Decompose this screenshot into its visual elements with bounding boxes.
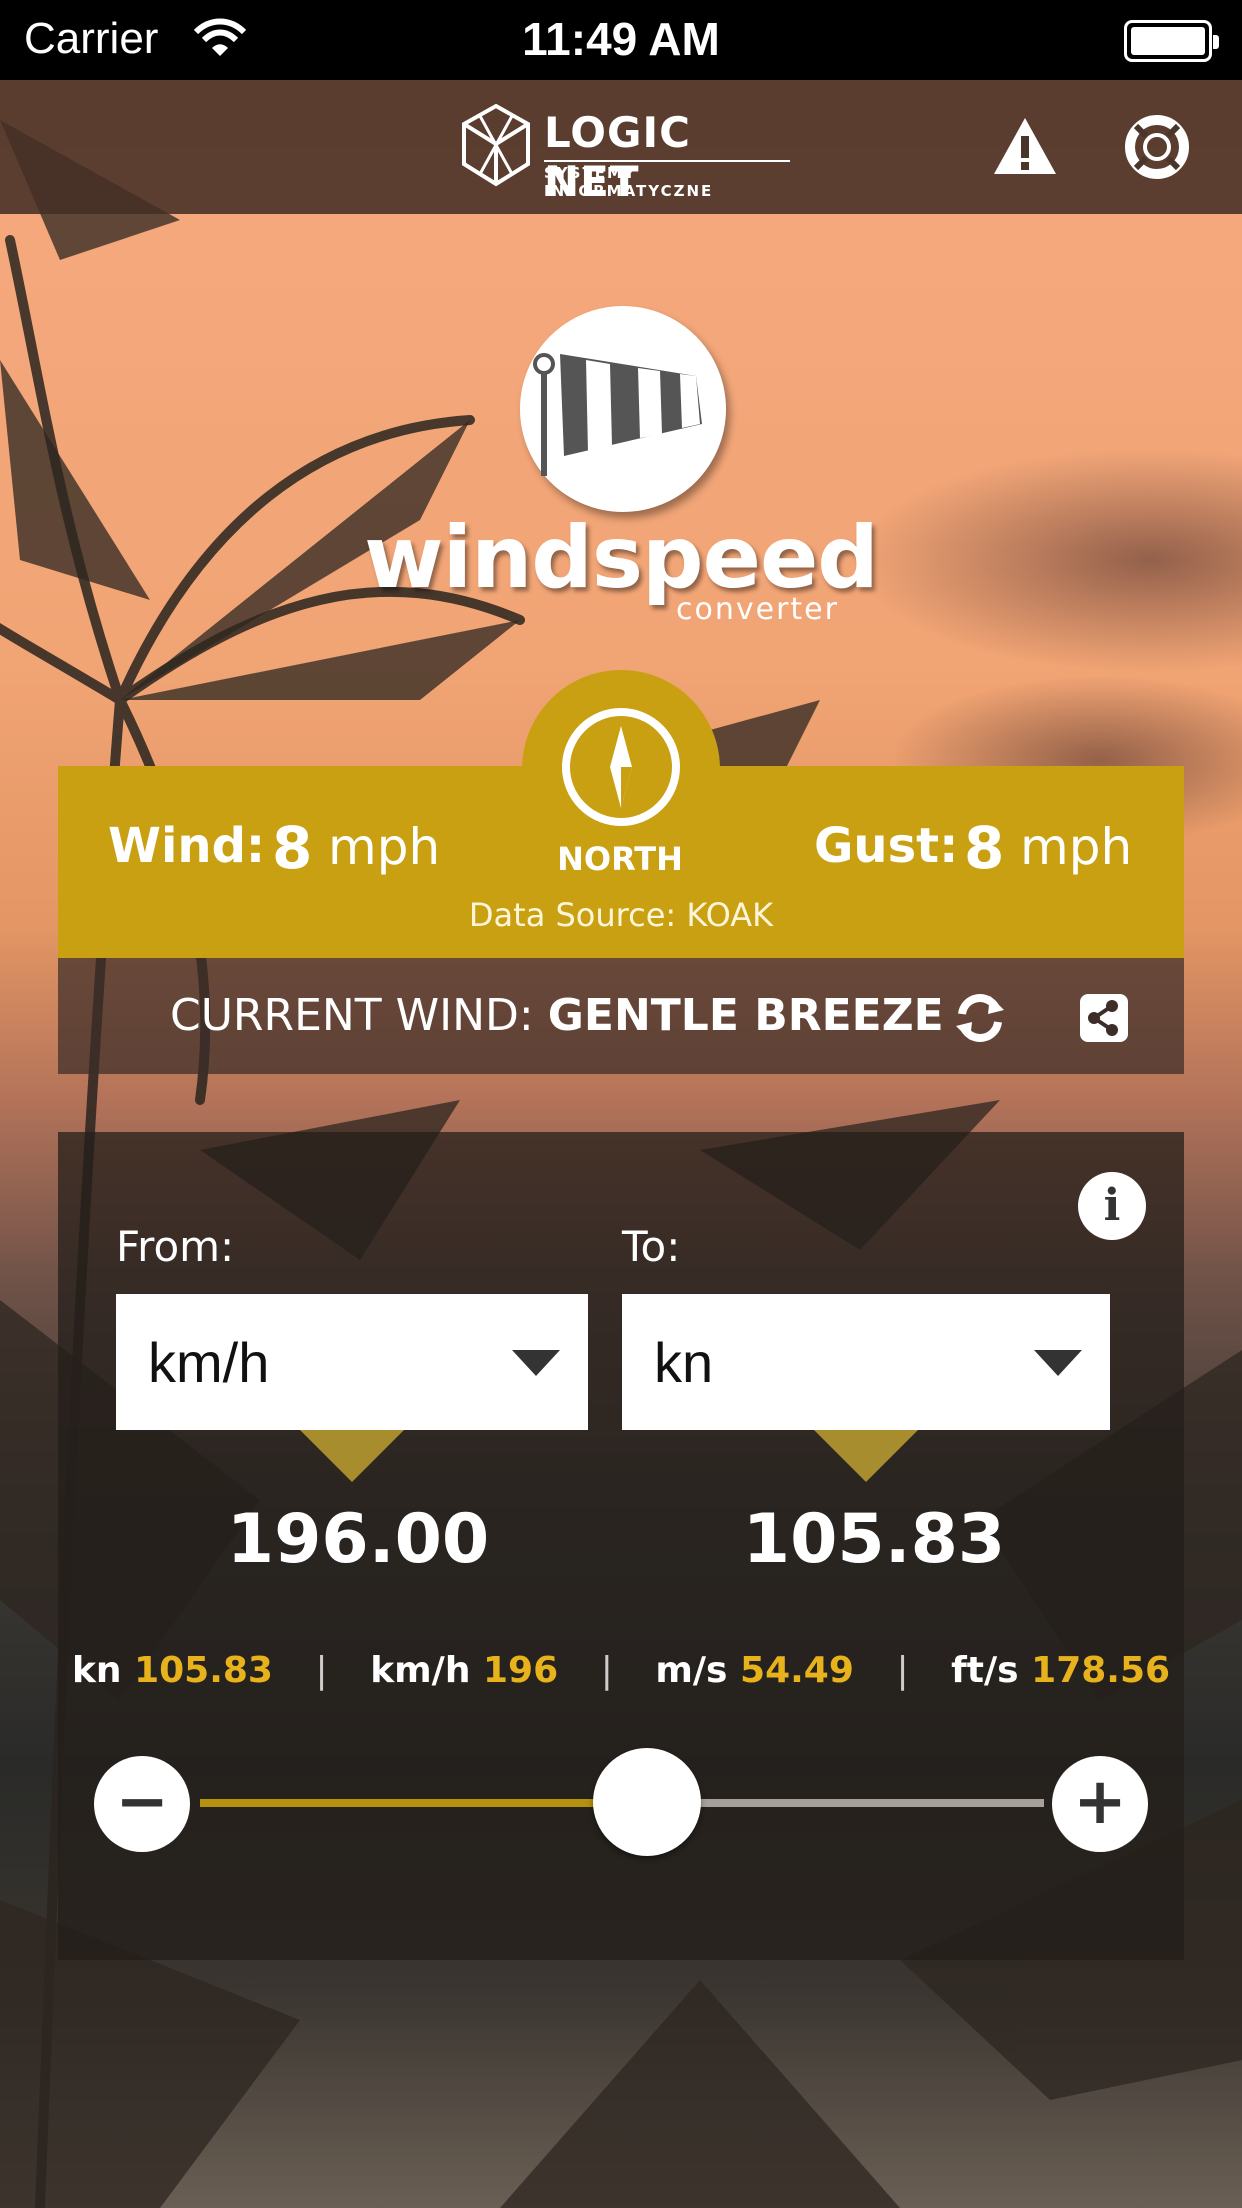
to-value: 105.83 [742,1500,1006,1579]
windsock-icon [533,353,702,476]
separator: | [896,1650,909,1691]
summary-unit: km/h [370,1650,471,1691]
increment-button[interactable]: + [1052,1756,1148,1852]
summary-value: 54.49 [740,1650,854,1691]
gust-label: Gust: [814,818,959,874]
separator: | [600,1650,613,1691]
decrement-button[interactable]: − [94,1756,190,1852]
data-source: Data Source: KOAK [468,896,774,934]
app-logo-subtitle: converter [676,592,839,627]
brand-logo: LOGIC NET SYSTEMY INFORMATYCZNE [460,100,790,206]
summary-unit: ft/s [951,1650,1019,1691]
wind-label: Wind: [108,818,266,874]
brand-tagline: SYSTEMY INFORMATYCZNE [544,160,790,200]
chevron-down-icon [1034,1350,1082,1376]
to-unit-select[interactable]: kn [622,1294,1110,1430]
to-pointer [814,1430,918,1482]
status-bar: Carrier 11:49 AM [0,0,1242,80]
summary-value: 105.83 [134,1650,273,1691]
info-icon[interactable]: i [1078,1172,1146,1240]
status-time: 11:49 AM [522,13,720,65]
summary-value: 178.56 [1031,1650,1171,1691]
app-header: LOGIC NET SYSTEMY INFORMATYCZNE [0,80,1242,214]
wind-unit: mph [328,818,441,876]
summary-unit: m/s [655,1650,728,1691]
from-label: From: [116,1222,235,1271]
lifebuoy-icon[interactable] [1122,112,1192,182]
to-label: To: [622,1222,681,1271]
wind-direction: NORTH [557,840,683,878]
current-wind-value: GENTLE BREEZE [547,990,944,1041]
from-value: 196.00 [226,1500,490,1579]
from-pointer [300,1430,404,1482]
share-icon[interactable] [1076,990,1132,1046]
compass-icon [562,708,680,826]
summary-value: 196 [483,1650,559,1691]
gust-value: 8 [964,814,1005,882]
summary-unit: kn [71,1650,122,1691]
separator: | [315,1650,328,1691]
gust-unit: mph [1020,818,1133,876]
cube-logo-icon [462,103,530,187]
from-unit-select[interactable]: km/h [116,1294,588,1430]
warning-icon[interactable] [990,112,1060,182]
conversion-summary: kn 105.83 | km/h 196 | m/s 54.49 | ft/s … [0,1650,1242,1691]
current-wind-prefix: CURRENT WIND: [170,990,534,1041]
slider-thumb[interactable] [593,1748,702,1856]
current-wind-text: CURRENT WIND: GENTLE BREEZE [170,990,944,1041]
wind-value: 8 [272,814,313,882]
slider-fill [200,1799,648,1807]
from-unit-value: km/h [148,1331,270,1394]
refresh-icon[interactable] [952,990,1008,1046]
app-logo-title: windspeed [364,508,879,608]
battery-icon [1124,20,1219,62]
to-unit-value: kn [654,1331,714,1394]
windsock-logo [520,306,726,512]
chevron-down-icon [512,1350,560,1376]
